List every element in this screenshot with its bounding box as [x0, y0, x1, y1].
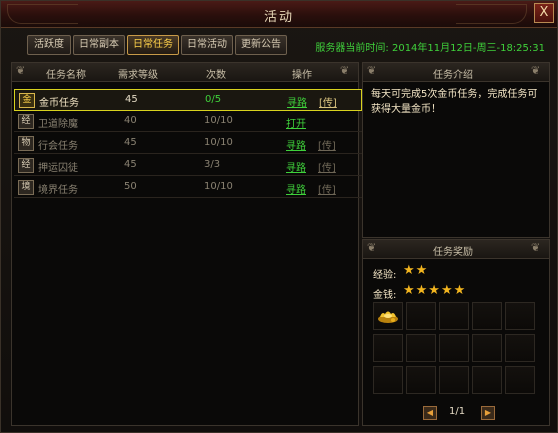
column-task-name: 任务名称	[46, 70, 86, 81]
exp-label: 经验:	[373, 270, 397, 281]
tab-update-notice[interactable]: 更新公告	[235, 35, 287, 55]
task-level: 45	[125, 94, 138, 105]
task-list-header: ❦ 任务名称 需求等级 次数 操作 ❦	[12, 63, 358, 82]
task-count: 3/3	[204, 159, 221, 170]
task-name: 押运囚徒	[38, 163, 78, 174]
teleport-link[interactable]: [传]	[318, 181, 336, 196]
gold-label: 金钱:	[373, 290, 397, 301]
tab-daily-quest[interactable]: 日常任务	[127, 35, 179, 55]
reward-slot[interactable]	[505, 366, 535, 394]
task-count: 10/10	[204, 181, 233, 192]
column-action: 操作	[292, 70, 312, 81]
window-title: 活动	[263, 10, 294, 25]
tab-activity-level[interactable]: 活跃度	[27, 35, 71, 55]
task-row-escort-prisoner[interactable]: 经 押运囚徒 45 3/3 寻路 [传]	[14, 155, 362, 176]
reward-slot[interactable]	[439, 302, 469, 330]
reward-item-grid	[373, 302, 535, 394]
task-reward-panel: ❦ 任务奖励 ❦ 经验: ★★ 金钱: ★★★★★ ◀ 1/1 ▶	[362, 239, 550, 426]
leaf-ornament-icon: ❦	[531, 241, 541, 254]
task-level: 45	[124, 159, 137, 170]
pathfind-link[interactable]: 寻路	[286, 181, 306, 196]
reward-slot[interactable]	[505, 334, 535, 362]
task-reward-header: ❦ 任务奖励 ❦	[363, 240, 549, 259]
server-time: 服务器当前时间: 2014年11月12日-周三-18:25:31	[315, 43, 545, 54]
exp-star-rating: ★★	[403, 263, 429, 278]
reward-slot[interactable]	[373, 366, 403, 394]
reward-slot[interactable]	[406, 334, 436, 362]
leaf-ornament-icon: ❦	[16, 64, 26, 77]
task-name: 金币任务	[39, 98, 79, 109]
gold-star-rating: ★★★★★	[403, 283, 467, 298]
title-bar: 活动 X	[1, 1, 557, 28]
reward-slot[interactable]	[373, 302, 403, 330]
reward-slot[interactable]	[439, 334, 469, 362]
close-button[interactable]: X	[534, 3, 554, 23]
quest-type-icon: 经	[18, 114, 34, 129]
page-indicator: 1/1	[449, 406, 466, 417]
task-intro-title: 任务介绍	[433, 70, 473, 81]
column-required-level: 需求等级	[118, 70, 158, 81]
quest-type-icon: 境	[18, 180, 34, 195]
task-name: 行会任务	[38, 141, 78, 152]
quest-type-icon: 经	[18, 158, 34, 173]
pathfind-link[interactable]: 寻路	[286, 137, 306, 152]
task-row-gold[interactable]: 金 金币任务 45 0/5 寻路 [传]	[14, 89, 362, 111]
leaf-ornament-icon: ❦	[531, 64, 541, 77]
task-name: 境界任务	[38, 185, 78, 196]
leaf-ornament-icon: ❦	[340, 64, 350, 77]
task-list-panel: ❦ 任务名称 需求等级 次数 操作 ❦ 金 金币任务 45 0/5 寻路 [传]…	[11, 62, 362, 426]
reward-slot[interactable]	[439, 366, 469, 394]
task-count: 0/5	[205, 94, 222, 105]
tab-daily-dungeon[interactable]: 日常副本	[73, 35, 125, 55]
task-intro-panel: ❦ 任务介绍 ❦ 每天可完成5次金币任务，完成任务可获得大量金币！	[362, 62, 550, 238]
task-level: 45	[124, 137, 137, 148]
teleport-link[interactable]: [传]	[318, 159, 336, 174]
tab-daily-event[interactable]: 日常活动	[181, 35, 233, 55]
teleport-link[interactable]: [传]	[318, 137, 336, 152]
task-level: 40	[124, 115, 137, 126]
reward-slot[interactable]	[472, 366, 502, 394]
column-count: 次数	[206, 70, 226, 81]
open-link[interactable]: 打开	[286, 115, 306, 130]
pathfind-link[interactable]: 寻路	[287, 94, 307, 109]
reward-slot[interactable]	[406, 302, 436, 330]
leaf-ornament-icon: ❦	[367, 64, 377, 77]
leaf-ornament-icon: ❦	[367, 241, 377, 254]
task-row-demon-slaying[interactable]: 经 卫道除魔 40 10/10 打开	[14, 111, 362, 132]
next-page-icon[interactable]: ▶	[481, 406, 495, 420]
reward-slot[interactable]	[472, 302, 502, 330]
teleport-link[interactable]: [传]	[319, 94, 337, 109]
task-reward-title: 任务奖励	[433, 247, 473, 258]
task-row-guild[interactable]: 物 行会任务 45 10/10 寻路 [传]	[14, 133, 362, 154]
reward-slot[interactable]	[406, 366, 436, 394]
reward-slot[interactable]	[472, 334, 502, 362]
task-level: 50	[124, 181, 137, 192]
reward-slot[interactable]	[373, 334, 403, 362]
task-name: 卫道除魔	[38, 119, 78, 130]
task-intro-header: ❦ 任务介绍 ❦	[363, 63, 549, 82]
prev-page-icon[interactable]: ◀	[423, 406, 437, 420]
task-row-realm[interactable]: 境 境界任务 50 10/10 寻路 [传]	[14, 177, 362, 198]
activity-window: 活动 X 活跃度 日常副本 日常任务 日常活动 更新公告 服务器当前时间: 20…	[0, 0, 558, 433]
pathfind-link[interactable]: 寻路	[286, 159, 306, 174]
quest-type-icon: 物	[18, 136, 34, 151]
quest-type-icon: 金	[19, 93, 35, 108]
reward-slot[interactable]	[505, 302, 535, 330]
gold-ingot-icon	[378, 311, 398, 323]
task-count: 10/10	[204, 137, 233, 148]
task-intro-text: 每天可完成5次金币任务，完成任务可获得大量金币！	[371, 89, 538, 115]
task-count: 10/10	[204, 115, 233, 126]
